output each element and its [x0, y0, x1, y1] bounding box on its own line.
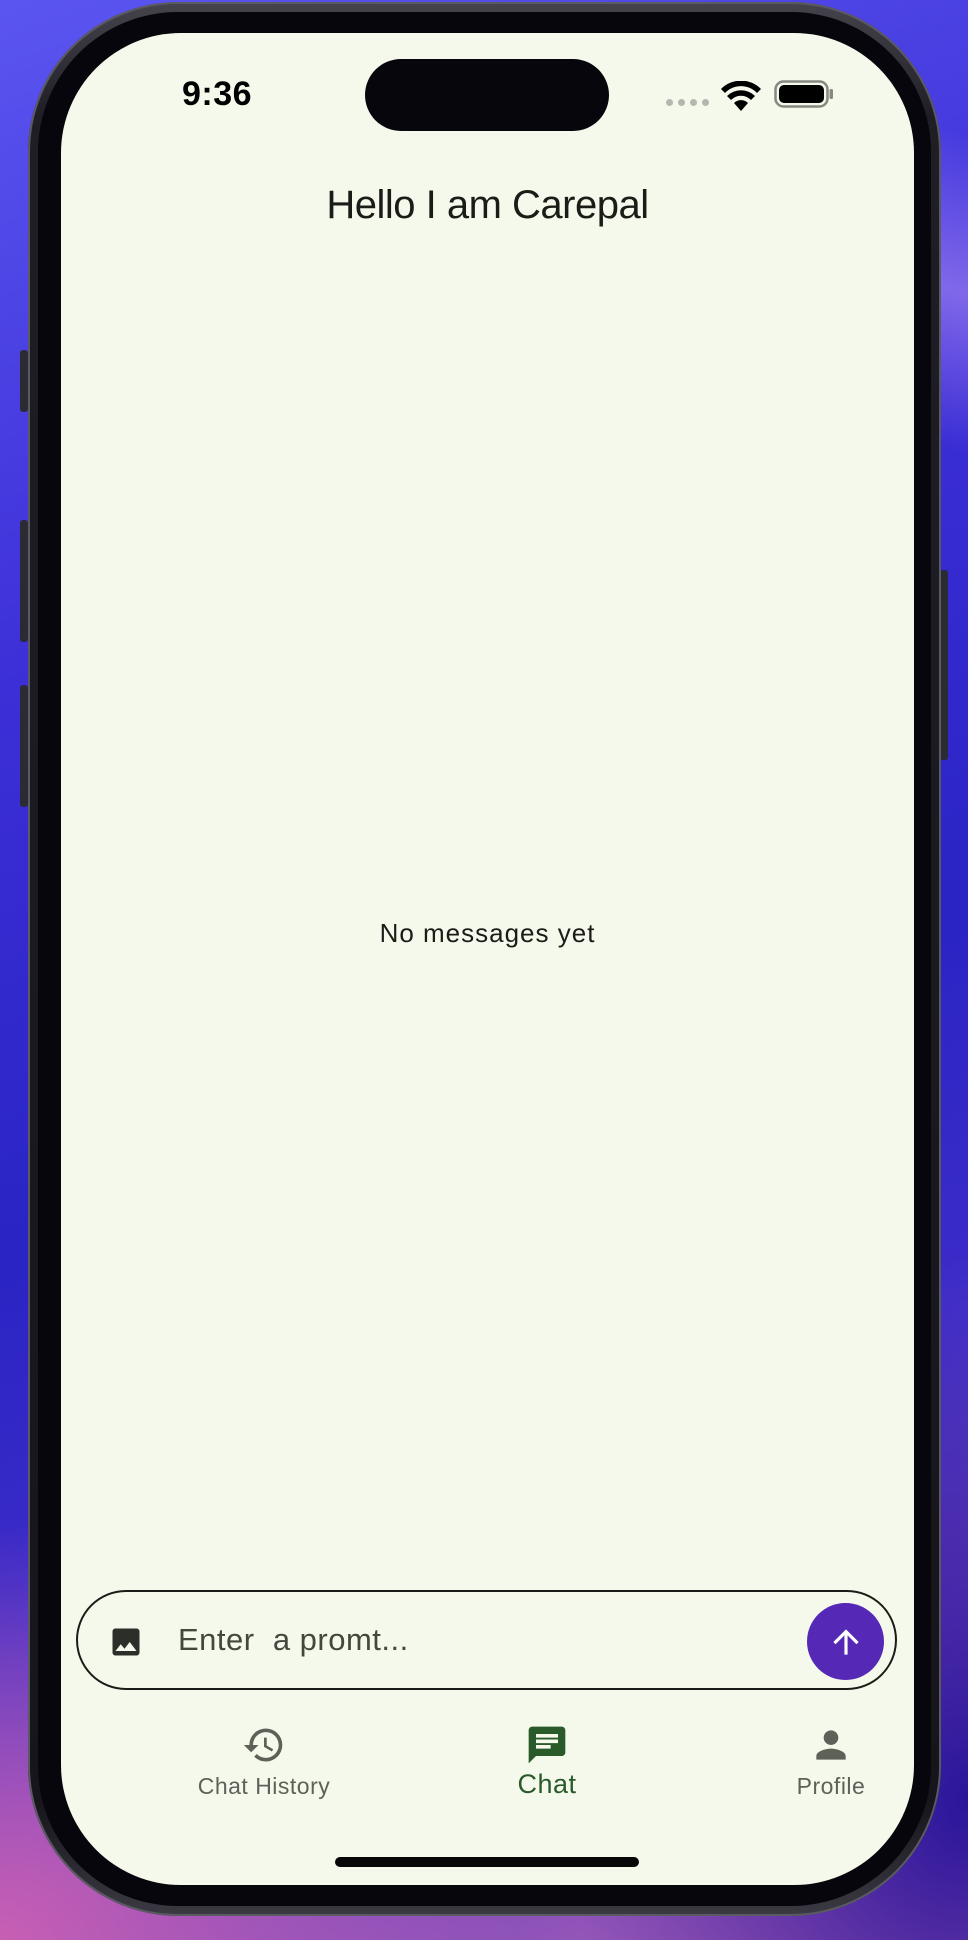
nav-item-chat-history[interactable]: Chat History	[154, 1723, 374, 1800]
action-button	[20, 350, 28, 412]
arrow-up-icon	[832, 1628, 859, 1655]
wifi-icon	[721, 81, 761, 111]
person-icon	[816, 1730, 846, 1760]
history-icon	[243, 1728, 283, 1762]
app-screen: 9:36 Hello I am Carepal No messages yet	[61, 33, 914, 1885]
volume-up-button	[20, 520, 28, 642]
volume-down-button	[20, 685, 28, 807]
chat-icon	[528, 1726, 566, 1764]
nav-label-profile: Profile	[796, 1773, 866, 1799]
send-button[interactable]	[807, 1603, 884, 1680]
nav-label-chat: Chat	[517, 1769, 577, 1799]
status-time: 9:36	[182, 75, 253, 113]
image-icon[interactable]	[108, 1624, 144, 1660]
nav-item-chat[interactable]: Chat	[437, 1723, 657, 1800]
home-indicator[interactable]	[335, 1857, 639, 1867]
dynamic-island	[365, 59, 609, 131]
battery-icon	[774, 80, 833, 108]
nav-label-chat-history: Chat History	[197, 1773, 331, 1799]
prompt-input[interactable]	[178, 1614, 758, 1666]
cellular-signal-icon	[666, 99, 709, 106]
power-button	[940, 570, 948, 760]
page-title: Hello I am Carepal	[326, 183, 649, 227]
bottom-navigation: Chat History Chat Profile	[61, 1723, 914, 1813]
empty-state-text: No messages yet	[379, 918, 596, 948]
nav-item-profile[interactable]: Profile	[721, 1723, 914, 1800]
prompt-composer	[76, 1590, 897, 1690]
